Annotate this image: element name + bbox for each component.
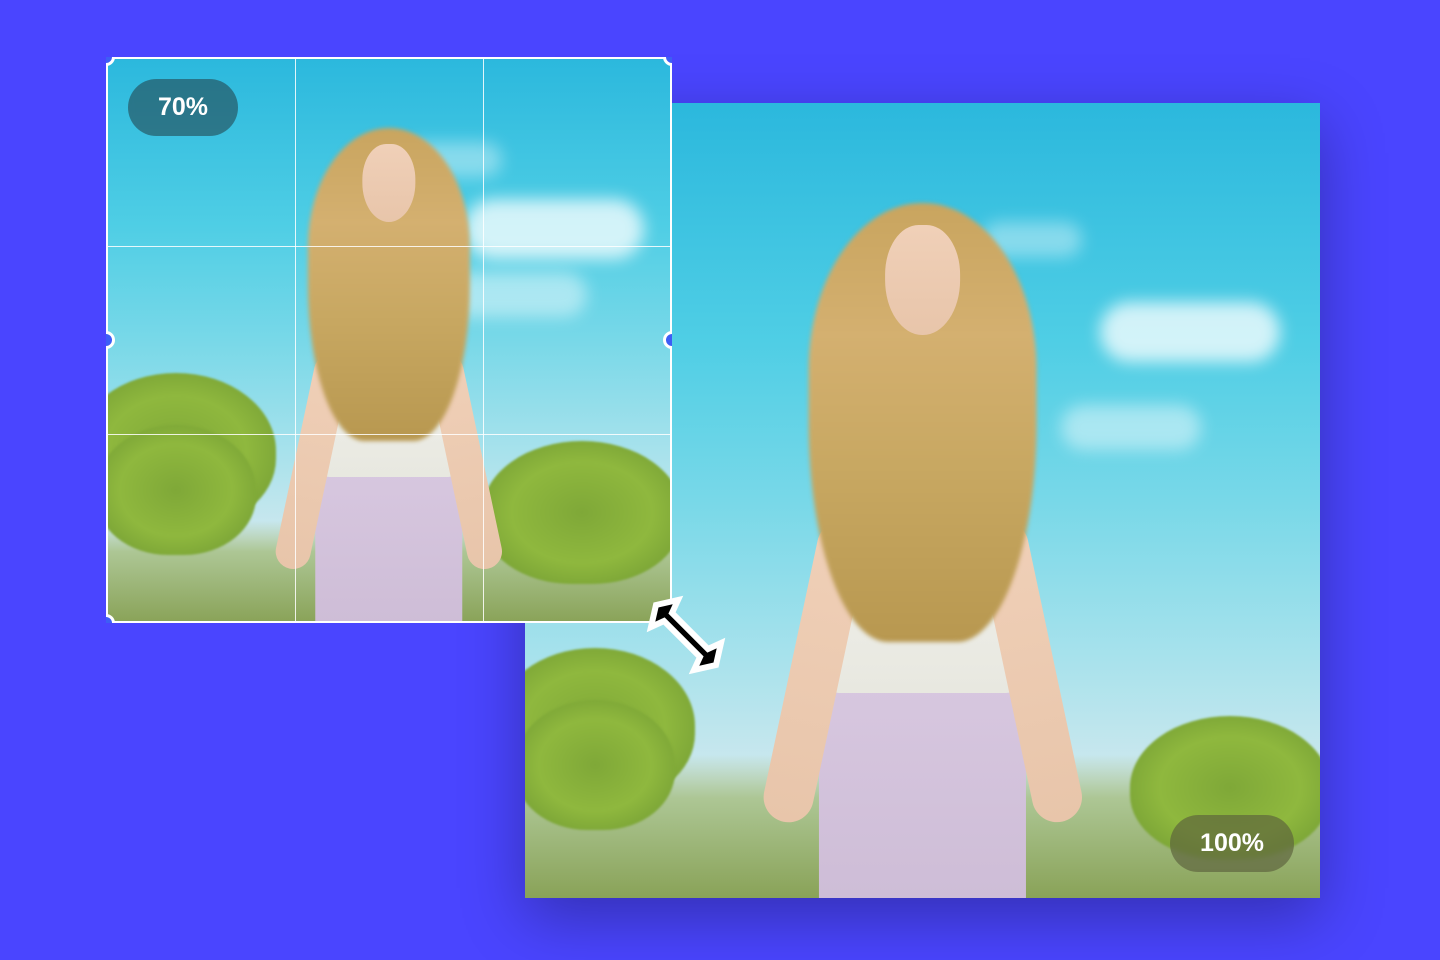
photo-subject: [716, 167, 1129, 898]
zoom-level-text: 70%: [158, 93, 208, 121]
palm-tree-decoration: [525, 648, 695, 898]
small-image-crop[interactable]: 70%: [106, 57, 672, 623]
photo-subject: [242, 102, 536, 623]
resize-diagonal-icon: [636, 585, 736, 685]
zoom-level-badge: 100%: [1170, 815, 1294, 872]
zoom-level-text: 100%: [1200, 829, 1264, 857]
zoom-level-badge: 70%: [128, 79, 238, 136]
